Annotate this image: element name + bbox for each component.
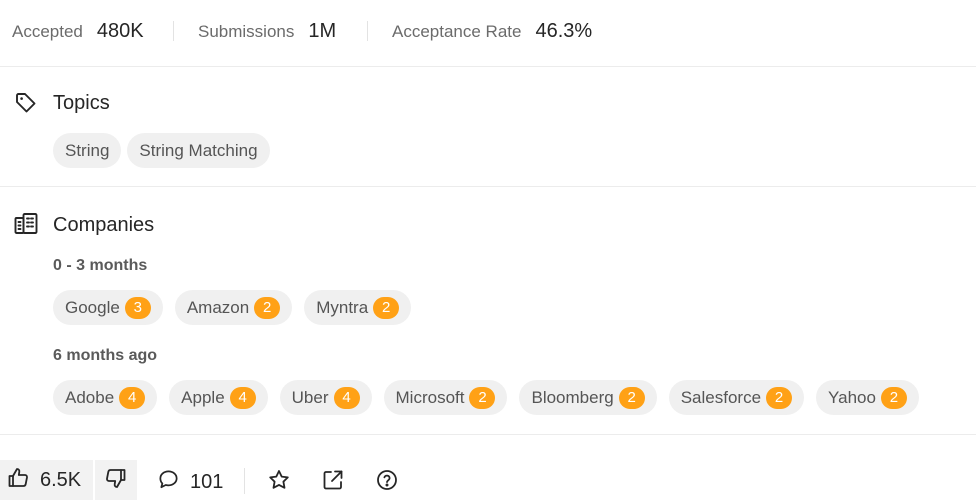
company-group-label: 0 - 3 months [53, 257, 148, 274]
action-bar: 6.5K 101 [0, 458, 976, 502]
company-name: Adobe [65, 387, 115, 407]
company-tag-salesforce[interactable]: Salesforce 2 [668, 380, 805, 415]
dislike-button[interactable] [95, 460, 138, 500]
company-name: Yahoo [828, 387, 876, 407]
frequency-badge: 4 [333, 386, 360, 409]
stat-value: 480K [96, 20, 144, 42]
company-name: Myntra [316, 297, 369, 317]
company-tag-uber[interactable]: Uber 4 [279, 380, 372, 415]
stat-accepted: Accepted 480K [12, 20, 144, 43]
like-count: 6.5K [40, 468, 82, 491]
company-tag-apple[interactable]: Apple 4 [169, 380, 268, 415]
company-name: Apple [181, 387, 225, 407]
company-name: Bloomberg [531, 387, 614, 407]
topic-tag[interactable]: String Matching [127, 133, 270, 168]
company-name: Microsoft [395, 387, 465, 407]
frequency-badge: 4 [119, 386, 146, 409]
like-button[interactable]: 6.5K [0, 460, 96, 500]
company-tag-yahoo[interactable]: Yahoo 2 [816, 380, 919, 415]
share-button[interactable] [321, 468, 345, 497]
company-name: Amazon [186, 297, 250, 317]
divider [173, 21, 174, 41]
help-icon [375, 468, 399, 497]
frequency-badge: 2 [373, 296, 400, 319]
company-tags-recent: Google 3 Amazon 2 Myntra 2 [53, 290, 423, 325]
company-tag-bloomberg[interactable]: Bloomberg 2 [519, 380, 657, 415]
topic-tags: String String Matching [53, 133, 276, 168]
comments-button[interactable]: 101 [157, 468, 223, 496]
companies-section[interactable]: Companies 0 - 3 months Google 3 Amazon 2 M… [0, 187, 976, 435]
section-title-companies[interactable]: Companies [53, 214, 154, 237]
thumbs-up-icon [6, 466, 30, 495]
comment-icon [157, 468, 180, 496]
stat-value: 1M [308, 20, 337, 42]
frequency-badge: 2 [618, 386, 645, 409]
tag-icon [14, 91, 38, 120]
favorite-button[interactable] [267, 468, 291, 497]
help-button[interactable] [375, 468, 399, 497]
company-tags-older: Adobe 4 Apple 4 Uber 4 Microsoft 2 Bloomberg… [53, 380, 931, 415]
company-tag-google[interactable]: Google 3 [53, 290, 163, 325]
frequency-badge: 2 [880, 386, 907, 409]
company-name: Salesforce [680, 387, 762, 407]
share-icon [321, 468, 345, 497]
stat-value: 46.3% [535, 20, 593, 42]
comment-count: 101 [190, 470, 224, 493]
divider [367, 21, 368, 41]
frequency-badge: 2 [254, 296, 281, 319]
frequency-badge: 4 [229, 386, 256, 409]
stat-acceptance-rate: Acceptance Rate 46.3% [392, 20, 592, 43]
frequency-badge: 2 [766, 386, 793, 409]
stat-label: Accepted [12, 22, 83, 41]
thumbs-down-icon [104, 466, 128, 495]
vote-group: 6.5K [0, 460, 138, 500]
company-tag-adobe[interactable]: Adobe 4 [53, 380, 158, 415]
section-title-topics[interactable]: Topics [53, 92, 110, 115]
company-group-label: 6 months ago [53, 347, 158, 364]
topic-tag[interactable]: String [53, 133, 122, 168]
company-name: Uber [291, 387, 329, 407]
company-tag-microsoft[interactable]: Microsoft 2 [383, 380, 508, 415]
stat-submissions: Submissions 1M [198, 20, 336, 43]
star-icon [267, 468, 291, 497]
company-tag-myntra[interactable]: Myntra 2 [304, 290, 412, 325]
frequency-badge: 2 [469, 386, 496, 409]
stats-bar: Accepted 480K Submissions 1M Acceptance … [0, 0, 976, 67]
company-name: Google [65, 297, 120, 317]
stat-label: Submissions [198, 22, 295, 41]
divider [244, 468, 245, 494]
company-tag-amazon[interactable]: Amazon 2 [174, 290, 293, 325]
topics-section[interactable]: Topics String String Matching [0, 66, 976, 187]
frequency-badge: 3 [124, 296, 151, 319]
building-icon [14, 212, 40, 241]
stat-label: Acceptance Rate [392, 22, 522, 41]
